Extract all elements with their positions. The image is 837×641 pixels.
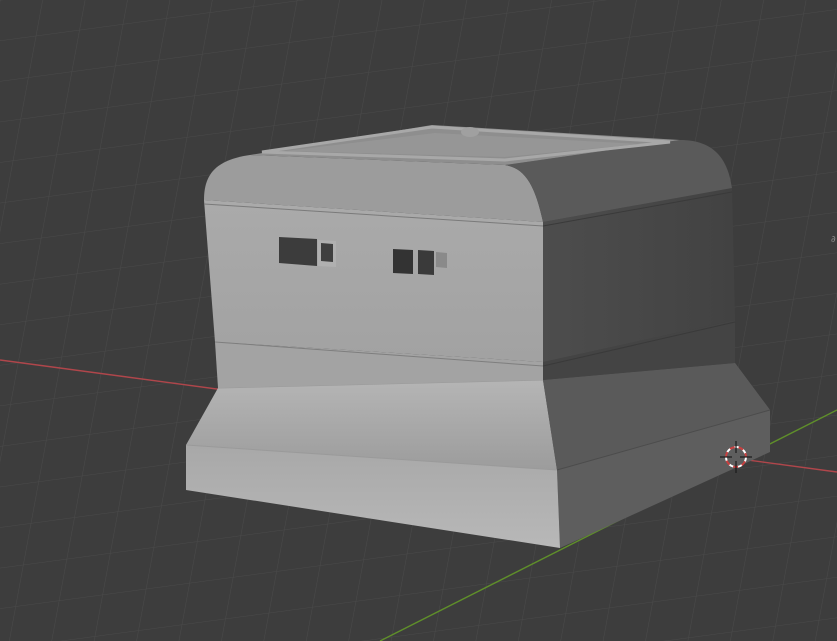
top-knob (461, 127, 479, 137)
3d-viewport[interactable]: ∂ (0, 0, 837, 641)
mesh-object[interactable] (185, 125, 771, 548)
window-left (279, 237, 336, 267)
edge-gizmo-mark: ∂ (831, 235, 836, 245)
body-front-face (204, 200, 543, 362)
viewport-scene[interactable]: ∂ (0, 0, 837, 641)
